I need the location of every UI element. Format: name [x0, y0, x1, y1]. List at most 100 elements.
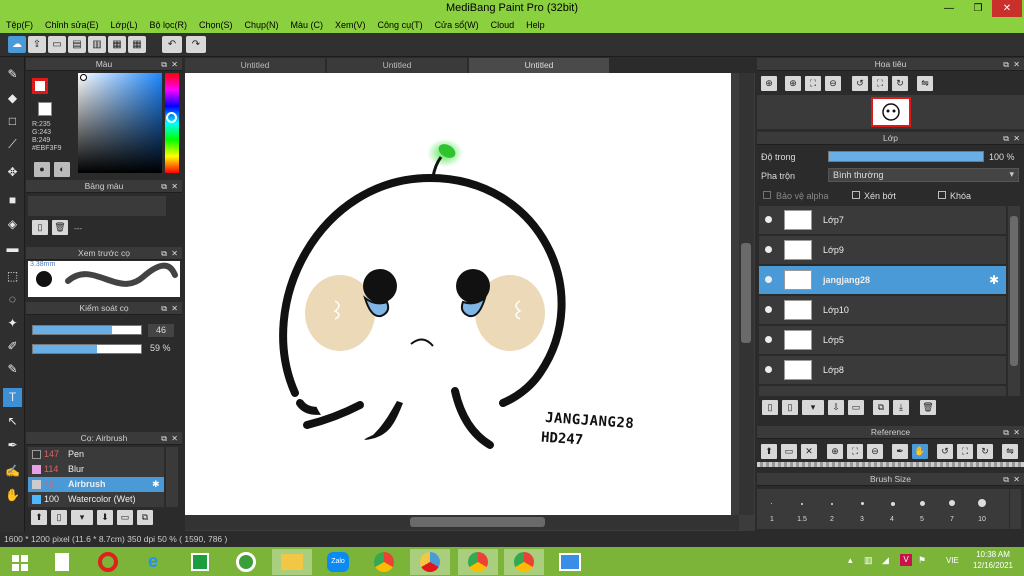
float-icon[interactable]: ⧉	[161, 432, 167, 445]
reset-icon[interactable]: ⛶	[957, 444, 973, 459]
zalo-icon[interactable]: Zalo	[318, 549, 358, 575]
medibang-icon[interactable]	[410, 549, 450, 575]
layer-list-scrollbar[interactable]	[1008, 206, 1020, 396]
layer-opacity-slider[interactable]	[828, 151, 984, 162]
primary-color-swatch[interactable]	[32, 78, 48, 94]
layer-settings-gear-icon[interactable]: ✱	[989, 273, 999, 287]
folder-icon[interactable]: ▭	[117, 510, 133, 525]
brush-size-label[interactable]: 4	[877, 516, 907, 523]
line-tool-icon[interactable]: ⟋	[3, 135, 22, 154]
magic-wand-icon[interactable]: ✦	[3, 314, 22, 333]
select-pen-icon[interactable]: ✐	[3, 337, 22, 356]
brush-size-dot[interactable]	[831, 503, 833, 505]
brush-size-label[interactable]: 5	[907, 516, 937, 523]
merge-down-icon[interactable]: ⤓	[893, 400, 909, 415]
new-palette-icon[interactable]: ▯	[32, 220, 48, 235]
layer-row[interactable]: Lớp10	[759, 296, 1006, 325]
vertical-scrollbar[interactable]	[739, 73, 754, 515]
brush-size-dot[interactable]	[861, 502, 864, 505]
secondary-color-swatch[interactable]	[38, 102, 52, 116]
color-mode-button[interactable]: ●	[34, 162, 50, 177]
network-icon[interactable]: ▥	[864, 555, 873, 566]
menu-edit[interactable]: Chỉnh sửa(E)	[39, 17, 105, 33]
layer-row[interactable]: Lớp9	[759, 236, 1006, 265]
brush-size-dot[interactable]	[949, 500, 955, 506]
select-eraser-icon[interactable]: ✎	[3, 360, 22, 379]
brush-item-watercolor[interactable]: 100 Watercolor (Wet)	[28, 492, 164, 507]
brush-tool-icon[interactable]: ✎	[3, 65, 22, 84]
brush-opacity-slider[interactable]	[32, 344, 142, 354]
menu-window[interactable]: Cửa sổ(W)	[429, 17, 485, 33]
eyedropper-icon[interactable]: ✒	[3, 436, 22, 455]
bucket-tool-icon[interactable]: ◈	[3, 215, 22, 234]
tab-untitled-1[interactable]: Untitled	[185, 58, 325, 73]
zoom-out-icon[interactable]: ⊖	[867, 444, 883, 459]
brush-item-airbrush[interactable]: 46 Airbrush ✱	[28, 477, 164, 492]
menu-view[interactable]: Xem(V)	[329, 17, 372, 33]
menu-tools[interactable]: Công cụ(T)	[372, 17, 429, 33]
close-icon[interactable]: ✕	[1013, 58, 1020, 71]
brush-size-dot[interactable]	[771, 503, 772, 504]
visibility-icon[interactable]	[765, 216, 772, 223]
brush-size-label[interactable]: 7	[937, 516, 967, 523]
saturation-value-picker[interactable]	[78, 73, 162, 173]
drawing-canvas[interactable]: JANGJANG28 HD247	[185, 73, 731, 515]
opera-icon[interactable]	[88, 549, 128, 575]
minimize-button[interactable]: —	[934, 0, 964, 17]
clock[interactable]: 10:38 AM 12/16/2021	[970, 549, 1016, 571]
chat-icon[interactable]: ▤	[68, 36, 86, 53]
menu-select[interactable]: Chọn(S)	[193, 17, 239, 33]
brush-size-dot[interactable]	[920, 501, 925, 506]
zoom-out-icon[interactable]: ⊖	[825, 76, 841, 91]
visibility-icon[interactable]	[765, 306, 772, 313]
duplicate-layer-icon[interactable]: ⧉	[873, 400, 889, 415]
menu-color[interactable]: Màu (C)	[285, 17, 330, 33]
vertical-scroll-thumb[interactable]	[741, 243, 751, 343]
new-brush-icon[interactable]: ▯	[51, 510, 67, 525]
layer-folder-icon[interactable]: ▭	[848, 400, 864, 415]
brush-size-label[interactable]: 3	[847, 516, 877, 523]
dot-tool-icon[interactable]: □	[3, 112, 22, 131]
new-layer-menu-icon[interactable]: ▾	[802, 400, 824, 415]
horizontal-scroll-thumb[interactable]	[410, 517, 545, 527]
comment-icon[interactable]: ▭	[48, 36, 66, 53]
settings-gear-icon[interactable]: ✱	[152, 477, 160, 492]
fit-icon[interactable]: ⛶	[847, 444, 863, 459]
share-icon[interactable]: ⇪	[28, 36, 46, 53]
text-tool-icon[interactable]: T	[3, 388, 22, 407]
clipping-checkbox[interactable]	[852, 191, 860, 199]
chrome-profile-2-icon[interactable]	[504, 549, 544, 575]
grid-icon[interactable]: ▦	[108, 36, 126, 53]
new-layer-icon[interactable]: ▯	[762, 400, 778, 415]
hue-handle[interactable]	[166, 112, 177, 123]
close-icon[interactable]: ✕	[171, 58, 178, 71]
layer-row[interactable]: Lớp5	[759, 326, 1006, 355]
flip-icon[interactable]: ⇋	[917, 76, 933, 91]
close-icon[interactable]: ✕	[171, 302, 178, 315]
brush-size-label[interactable]: 10	[967, 516, 997, 523]
chrome-profile-icon[interactable]	[458, 549, 498, 575]
file-explorer-icon[interactable]	[272, 549, 312, 575]
close-reference-icon[interactable]: ✕	[801, 444, 817, 459]
close-icon[interactable]: ✕	[171, 247, 178, 260]
layer-row-partial[interactable]	[759, 386, 1006, 396]
brush-item-pen[interactable]: 147 Pen	[28, 447, 164, 462]
brush-size-label[interactable]: 2	[817, 516, 847, 523]
layer-row[interactable]: Lớp7	[759, 206, 1006, 235]
brush-size-label[interactable]: 1.5	[787, 516, 817, 523]
panels-icon[interactable]: ▦	[128, 36, 146, 53]
rotate-left-icon[interactable]: ↺	[937, 444, 953, 459]
float-icon[interactable]: ⧉	[161, 247, 167, 260]
brush-size-dot[interactable]	[801, 503, 803, 505]
close-icon[interactable]: ✕	[1013, 132, 1020, 145]
reference-area[interactable]	[757, 462, 1024, 467]
fit-window-icon[interactable]: ⛶	[805, 76, 821, 91]
brush-item-blur[interactable]: 114 Blur	[28, 462, 164, 477]
float-icon[interactable]: ⧉	[161, 58, 167, 71]
layer-row[interactable]: Lớp8	[759, 356, 1006, 385]
brush-size-dot[interactable]	[891, 502, 895, 506]
brush-list-scrollbar[interactable]	[166, 447, 178, 507]
layer-down-icon[interactable]: ⇩	[828, 400, 844, 415]
brush-size-dot[interactable]	[978, 499, 986, 507]
select-tool-icon[interactable]: ⬚	[3, 267, 22, 286]
